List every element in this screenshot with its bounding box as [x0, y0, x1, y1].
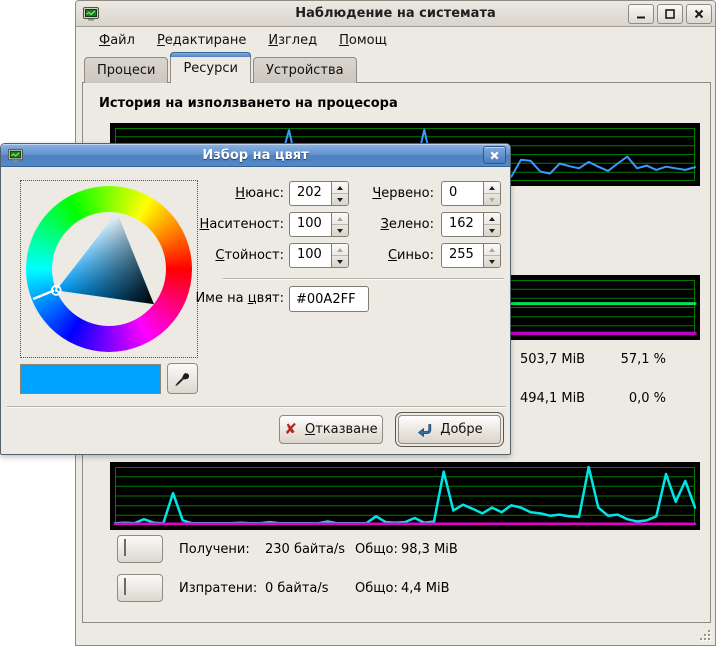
eyedropper-icon: [174, 370, 191, 387]
dialog-icon: [7, 147, 24, 164]
memory-percent: 57,1 %: [608, 352, 666, 367]
saturation-label: Наситеност:: [164, 212, 284, 237]
tab-processes[interactable]: Процеси: [84, 57, 168, 83]
received-total: 98,3 MiB: [401, 542, 458, 557]
sent-color-button[interactable]: [117, 574, 163, 602]
fields-separator: [223, 278, 504, 280]
tab-resources[interactable]: Ресурси: [170, 52, 251, 83]
menu-view[interactable]: Изглед: [259, 30, 326, 51]
close-button[interactable]: [686, 4, 712, 24]
network-sent-row: Изпратени: 0 байта/s Общо: 4,4 MiB: [117, 574, 450, 602]
hue-label: Нюанс:: [164, 181, 284, 206]
red-spinbox[interactable]: 0: [441, 181, 501, 206]
system-monitor-icon: [82, 5, 100, 23]
sent-label: Изпратени:: [179, 581, 265, 596]
color-wheel[interactable]: [20, 180, 198, 358]
tab-devices[interactable]: Устройства: [253, 57, 357, 83]
swap-percent: 0,0 %: [608, 391, 666, 406]
ok-button[interactable]: Добре: [398, 415, 501, 444]
saturation-spin-down-icon[interactable]: [332, 225, 348, 236]
ok-return-arrow-icon: [416, 422, 432, 438]
received-rate: 230 байта/s: [265, 542, 355, 557]
cpu-history-heading: История на използването на процесора: [99, 96, 398, 111]
green-spin-up-icon[interactable]: [484, 213, 500, 225]
resize-grip[interactable]: [696, 626, 712, 642]
blue-spin-up-icon[interactable]: [484, 244, 500, 256]
action-area-separator: [7, 406, 506, 408]
color-name-label: Име на цвят:: [164, 286, 284, 311]
saturation-value-triangle[interactable]: [26, 186, 192, 352]
green-spinbox[interactable]: 162: [441, 212, 501, 237]
sent-total-label: Общо:: [355, 581, 401, 596]
saturation-spinbox[interactable]: 100: [289, 212, 349, 237]
red-spin-down-icon[interactable]: [484, 194, 500, 205]
received-label: Получени:: [179, 542, 265, 557]
network-history-chart: [110, 462, 700, 530]
received-color-button[interactable]: [117, 535, 163, 563]
menu-help[interactable]: Помощ: [330, 30, 396, 51]
menubar: Файл Редактиране Изглед Помощ: [76, 27, 715, 53]
sent-color-swatch: [124, 578, 126, 595]
network-received-row: Получени: 230 байта/s Общо: 98,3 MiB: [117, 535, 458, 563]
sent-rate: 0 байта/s: [265, 581, 355, 596]
tab-bar: Процеси Ресурси Устройства: [84, 53, 359, 83]
value-spin-up-icon[interactable]: [332, 244, 348, 256]
dialog-title: Избор на цвят: [202, 148, 308, 163]
color-picker-dialog: Избор на цвят: [0, 143, 511, 455]
swap-usage-row: 494,1 MiB 0,0 %: [520, 391, 666, 406]
hue-spinbox[interactable]: 202: [289, 181, 349, 206]
swap-size: 494,1 MiB: [520, 391, 608, 406]
dialog-titlebar[interactable]: Избор на цвят: [1, 144, 510, 167]
dialog-close-button[interactable]: [483, 146, 506, 164]
hue-ring[interactable]: [26, 186, 192, 352]
color-name-input[interactable]: [289, 286, 369, 312]
value-spinbox[interactable]: 100: [289, 243, 349, 268]
hue-spin-down-icon[interactable]: [332, 194, 348, 205]
blue-spin-down-icon[interactable]: [484, 256, 500, 267]
maximize-button[interactable]: [657, 4, 683, 24]
value-spin-down-icon[interactable]: [332, 256, 348, 267]
memory-usage-row: 503,7 MiB 57,1 %: [520, 352, 666, 367]
cancel-button[interactable]: ✘ Отказване: [279, 415, 383, 444]
green-spin-down-icon[interactable]: [484, 225, 500, 236]
selected-color-preview: [20, 364, 161, 394]
main-titlebar[interactable]: Наблюдение на системата: [76, 1, 715, 27]
value-label: Стойност:: [164, 243, 284, 268]
red-spin-up-icon[interactable]: [484, 182, 500, 194]
cancel-x-icon: ✘: [284, 422, 297, 437]
memory-size: 503,7 MiB: [520, 352, 608, 367]
hue-spin-up-icon[interactable]: [332, 182, 348, 194]
eyedropper-button[interactable]: [167, 363, 198, 394]
menu-file[interactable]: Файл: [90, 30, 144, 51]
menu-edit[interactable]: Редактиране: [148, 30, 255, 51]
blue-spinbox[interactable]: 255: [441, 243, 501, 268]
sent-total: 4,4 MiB: [401, 581, 450, 596]
main-window-title: Наблюдение на системата: [295, 6, 496, 21]
received-color-swatch: [124, 539, 126, 556]
saturation-spin-up-icon[interactable]: [332, 213, 348, 225]
minimize-button[interactable]: [628, 4, 654, 24]
received-total-label: Общо:: [355, 542, 401, 557]
